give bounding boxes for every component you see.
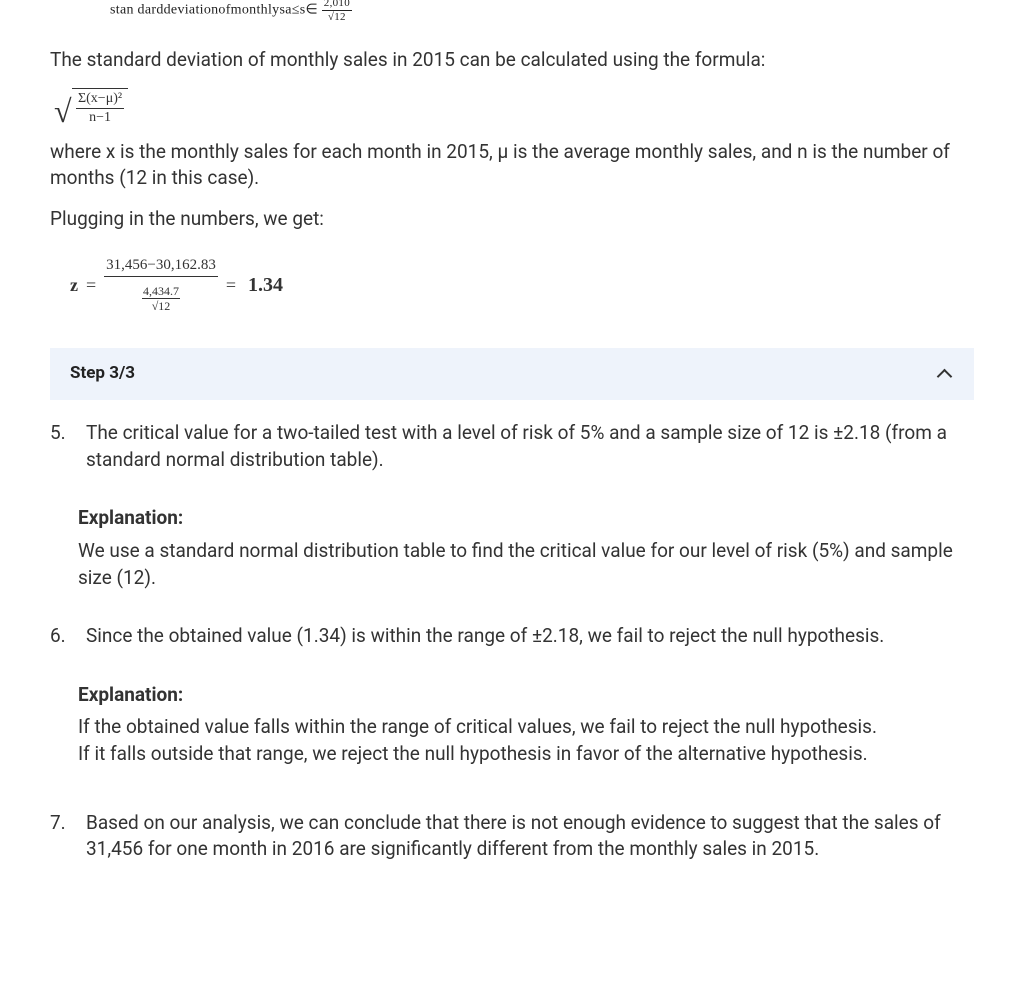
z-num: 31,456−30,162.83 [104, 258, 218, 277]
intro-paragraph: The standard deviation of monthly sales … [50, 47, 974, 74]
sqrt-icon: √ [54, 95, 72, 127]
sd-formula: √ Σ(x−μ)² n−1 [50, 88, 974, 125]
explanation-label: Explanation: [78, 682, 974, 709]
item-6-number: 6. [50, 623, 78, 650]
top-formula-num: 2,010 [322, 0, 352, 11]
item-6: 6. Since the obtained value (1.34) is wi… [50, 623, 974, 650]
z-formula: z = 31,456−30,162.83 4,434.7 √12 = 1.34 [70, 258, 974, 312]
z-eq2: = [226, 273, 236, 298]
top-formula-fraction: 2,010 √12 [322, 0, 352, 23]
where-paragraph-2: Plugging in the numbers, we get: [50, 206, 974, 233]
item-5-explanation-text: We use a standard normal distribution ta… [78, 538, 974, 591]
where-paragraph-1: where x is the monthly sales for each mo… [50, 139, 974, 192]
z-eq1: = [86, 273, 96, 298]
z-main-fraction: 31,456−30,162.83 4,434.7 √12 [104, 258, 218, 312]
item-6-explanation: Explanation: If the obtained value falls… [78, 682, 974, 768]
item-6-explanation-text-line2: If it falls outside that range, we rejec… [78, 741, 974, 768]
item-5: 5. The critical value for a two-tailed t… [50, 420, 974, 473]
item-7-text: Based on our analysis, we can conclude t… [86, 810, 974, 863]
explanation-label: Explanation: [78, 505, 974, 532]
step-header[interactable]: Step 3/3 [50, 348, 974, 400]
top-formula-den: √12 [322, 11, 352, 23]
item-5-explanation: Explanation: We use a standard normal di… [78, 505, 974, 591]
z-den-den: √12 [152, 299, 171, 312]
z-den-num: 4,434.7 [142, 285, 180, 299]
sd-formula-num: Σ(x−μ)² [76, 92, 124, 109]
z-result: 1.34 [248, 271, 283, 299]
item-6-text: Since the obtained value (1.34) is withi… [86, 623, 884, 650]
item-7-number: 7. [50, 810, 78, 863]
sd-formula-den: n−1 [76, 109, 124, 125]
step-header-label: Step 3/3 [70, 362, 135, 386]
item-5-number: 5. [50, 420, 78, 473]
item-7: 7. Based on our analysis, we can conclud… [50, 810, 974, 863]
item-6-explanation-text-line1: If the obtained value falls within the r… [78, 714, 974, 741]
top-partial-formula: stan darddeviationofmonthlysa≤s∈ 2,010 √… [110, 0, 974, 23]
z-lhs: z [70, 273, 78, 298]
item-5-text: The critical value for a two-tailed test… [86, 420, 974, 473]
chevron-up-icon [936, 365, 954, 383]
top-formula-prefix: stan darddeviationofmonthlysa≤s∈ [110, 3, 318, 18]
z-den-fraction: 4,434.7 √12 [142, 285, 180, 312]
